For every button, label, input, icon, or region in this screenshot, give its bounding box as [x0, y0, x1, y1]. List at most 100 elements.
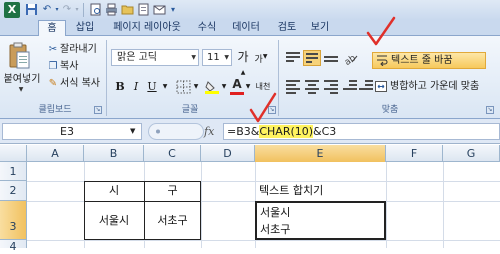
text-orientation-icon[interactable]: ab [341, 50, 359, 68]
fill-color-dropdown-icon[interactable]: ▼ [220, 79, 228, 95]
copy-button[interactable]: ❐ 복사 [46, 59, 79, 74]
tab-page-layout[interactable]: 페이지 레이아웃 [104, 20, 190, 37]
chevron-down-icon: ▼ [224, 54, 229, 61]
column-header-d[interactable]: D [201, 145, 255, 162]
tab-insert[interactable]: 삽입 [71, 20, 99, 37]
scissors-icon: ✂ [48, 44, 58, 55]
save-icon[interactable] [24, 3, 38, 17]
borders-dropdown-icon[interactable]: ▼ [192, 79, 200, 95]
wrap-text-button[interactable]: 텍스트 줄 바꿈 [372, 52, 486, 69]
name-box-dropdown-icon[interactable]: ▼ [130, 127, 138, 135]
gridline [201, 162, 202, 248]
grow-font-button[interactable]: 가▲ [236, 49, 250, 76]
gridline [386, 162, 387, 248]
quick-access-separator [83, 3, 84, 17]
font-group-label: 글꼴 [181, 105, 199, 115]
tab-home[interactable]: 홈 [38, 20, 66, 37]
row-header-2[interactable]: 2 [0, 181, 27, 201]
chevron-down-icon: ▼ [191, 54, 196, 61]
gridline [443, 162, 444, 248]
tab-review[interactable]: 검토 [273, 20, 301, 37]
cell-e3-line-1: 서울시 [260, 206, 291, 219]
formula-text-prefix: =B3& [227, 125, 260, 138]
font-color-swatch [230, 92, 244, 95]
cell-e3-line-2: 서초구 [260, 223, 291, 236]
column-header-f[interactable]: F [386, 145, 443, 162]
font-size-select[interactable]: 11 ▼ [202, 49, 232, 66]
row-header-3[interactable]: 3 [0, 201, 27, 240]
column-header-b[interactable]: B [84, 145, 144, 162]
cell-c2[interactable]: 구 [144, 181, 201, 201]
cell-b2[interactable]: 시 [84, 181, 144, 201]
bold-button[interactable]: B [113, 79, 127, 95]
email-icon[interactable] [152, 3, 166, 17]
formula-text-suffix: &C3 [313, 125, 337, 138]
brush-icon: ✎ [48, 78, 58, 89]
shrink-font-button[interactable]: 가▼ [254, 49, 268, 65]
column-header-e[interactable]: E [255, 145, 386, 162]
font-name-value: 맑은 고딕 [117, 52, 157, 63]
tab-formulas[interactable]: 수식 [193, 20, 221, 37]
paste-icon[interactable] [8, 42, 30, 70]
excel-app-icon[interactable]: X [4, 2, 20, 18]
insert-function-button[interactable]: fx [204, 123, 220, 140]
merge-center-button[interactable]: 병합하고 가운데 맞춤 [372, 78, 496, 95]
new-document-icon[interactable] [136, 3, 150, 17]
align-center-icon[interactable] [303, 78, 321, 94]
clipboard-group-label: 클립보드 [38, 105, 72, 115]
align-top-icon[interactable] [284, 50, 302, 66]
merge-cells-icon [375, 81, 387, 92]
print-icon[interactable] [104, 3, 118, 17]
align-middle-icon[interactable] [303, 50, 321, 66]
name-box[interactable]: E3 [2, 123, 142, 140]
font-color-button[interactable]: A [230, 78, 244, 95]
italic-button[interactable]: I [129, 79, 143, 95]
row-header-1[interactable]: 1 [0, 162, 27, 181]
format-painter-button[interactable]: ✎ 서식 복사 [46, 76, 100, 91]
font-color-icon: A [232, 77, 242, 91]
merge-center-label: 병합하고 가운데 맞춤 [390, 81, 480, 92]
formula-input[interactable]: =B3&CHAR(10)&C3 [223, 123, 500, 140]
fill-color-icon[interactable] [204, 80, 220, 94]
column-header-c[interactable]: C [144, 145, 201, 162]
underline-dropdown-icon[interactable]: ▼ [160, 79, 170, 95]
row-header-4[interactable]: 4 [0, 240, 27, 253]
gridline [27, 240, 500, 241]
align-left-icon[interactable] [284, 78, 302, 94]
underline-button[interactable]: U [145, 79, 159, 95]
cut-button[interactable]: ✂ 잘라내기 [46, 42, 97, 57]
svg-text:ab: ab [343, 53, 358, 66]
formula-text-highlight: CHAR(10) [259, 125, 314, 138]
copy-icon: ❐ [48, 61, 58, 72]
select-all-corner[interactable] [0, 145, 27, 162]
column-header-g[interactable]: G [443, 145, 500, 162]
tab-data[interactable]: 데이터 [226, 20, 266, 37]
alignment-group-label: 맞춤 [381, 105, 399, 115]
cut-label: 잘라내기 [60, 44, 97, 55]
cell-e2[interactable]: 텍스트 합치기 [259, 181, 384, 201]
tab-view[interactable]: 보기 [306, 20, 334, 37]
font-name-select[interactable]: 맑은 고딕 ▼ [111, 49, 199, 66]
cell-e3[interactable]: 서울시 서초구 [255, 201, 386, 240]
ribbon-group-separator [278, 40, 279, 116]
copy-label: 복사 [60, 61, 79, 72]
customize-toolbar-icon[interactable]: ▾ [166, 3, 180, 17]
font-size-value: 11 [207, 52, 220, 63]
print-preview-icon[interactable] [88, 3, 102, 17]
red-check-mark-icon [366, 16, 396, 46]
redo-dropdown-icon[interactable]: ▾ [70, 3, 84, 17]
paste-button[interactable]: 붙여넣기 [2, 73, 42, 86]
align-bottom-icon[interactable] [322, 50, 340, 66]
wrap-text-icon [376, 54, 388, 67]
red-check-mark-icon [249, 92, 277, 123]
align-right-icon[interactable] [322, 78, 340, 94]
cell-b3[interactable]: 서울시 [84, 201, 144, 240]
wrap-text-label: 텍스트 줄 바꿈 [391, 55, 453, 66]
borders-icon[interactable] [176, 80, 192, 94]
open-icon[interactable] [120, 3, 134, 17]
cell-c3[interactable]: 서초구 [144, 201, 201, 240]
paste-dropdown-icon[interactable]: ▼ [16, 86, 26, 94]
alignment-dialog-launcher-icon[interactable]: ↘ [486, 106, 494, 114]
column-header-a[interactable]: A [27, 145, 84, 162]
clipboard-dialog-launcher-icon[interactable]: ↘ [94, 106, 102, 114]
